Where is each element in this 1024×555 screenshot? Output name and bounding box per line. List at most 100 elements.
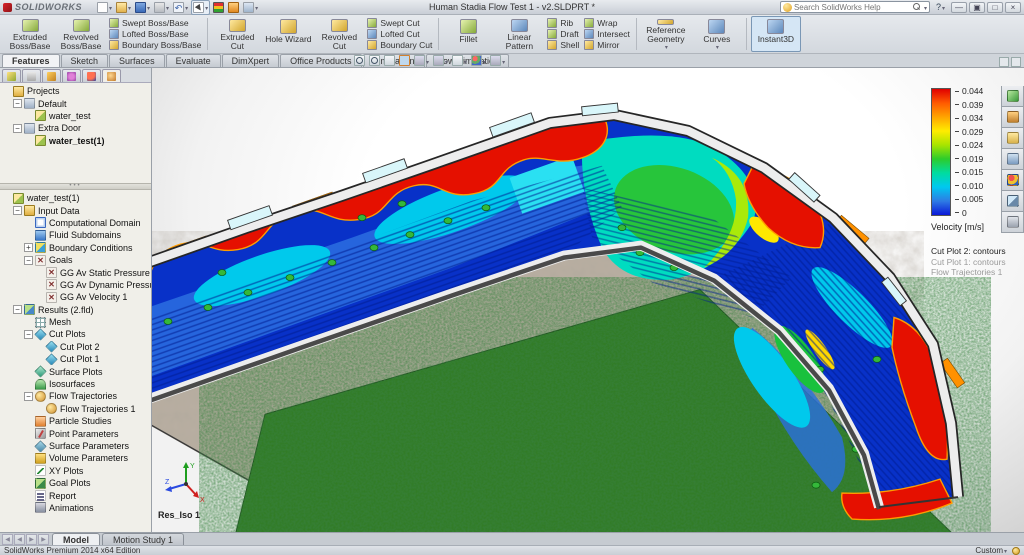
tree-item[interactable]: Flow Trajectories bbox=[0, 390, 151, 402]
tree-item[interactable]: Goals bbox=[0, 254, 151, 266]
dock-scroll-arrow[interactable]: ◀ bbox=[2, 534, 13, 545]
expander-icon[interactable] bbox=[13, 124, 22, 133]
restore-button[interactable]: ▣ bbox=[969, 2, 985, 13]
search-icon[interactable] bbox=[913, 3, 921, 11]
new-document-button[interactable] bbox=[96, 1, 113, 14]
stadium-flow-model[interactable] bbox=[152, 68, 1024, 532]
tree-item[interactable]: GG Av Dynamic Pressure 1 bbox=[0, 279, 151, 291]
tree-item[interactable]: Projects bbox=[0, 85, 151, 97]
tree-item[interactable]: Report bbox=[0, 489, 151, 501]
swept-boss-button[interactable]: Swept Boss/Base bbox=[107, 18, 203, 28]
minimize-button[interactable]: — bbox=[951, 2, 967, 13]
command-tab[interactable]: Office Products bbox=[280, 54, 361, 67]
tree-item[interactable]: Extra Door bbox=[0, 122, 151, 134]
graphics-viewport[interactable]: 0.0440.0390.0340.0290.0240.0190.0150.010… bbox=[152, 68, 1024, 532]
view-palette-tab[interactable] bbox=[1001, 149, 1024, 170]
command-tab[interactable]: Evaluate bbox=[166, 54, 221, 67]
file-explorer-tab[interactable] bbox=[1001, 128, 1024, 149]
scene-tab[interactable] bbox=[1001, 191, 1024, 212]
tree-item[interactable]: Computational Domain bbox=[0, 217, 151, 229]
legend-plot-entry[interactable]: Cut Plot 1: contours bbox=[931, 257, 1024, 268]
expander-icon[interactable] bbox=[13, 206, 22, 215]
tree-item[interactable]: Goal Plots bbox=[0, 477, 151, 489]
command-tab[interactable]: Surfaces bbox=[109, 54, 165, 67]
edit-appearance-button[interactable] bbox=[470, 55, 487, 66]
design-library-tab[interactable] bbox=[1001, 107, 1024, 128]
search-caret-icon[interactable] bbox=[923, 2, 927, 12]
panel-splitter[interactable]: ••• bbox=[0, 183, 151, 190]
intersect-button[interactable]: Intersect bbox=[582, 29, 632, 39]
expand-pane-icon[interactable] bbox=[999, 57, 1009, 67]
tree-item[interactable]: Point Parameters bbox=[0, 427, 151, 439]
dock-tab[interactable]: Motion Study 1 bbox=[102, 533, 184, 545]
tree-item[interactable]: Surface Plots bbox=[0, 365, 151, 377]
tree-item[interactable]: Animations bbox=[0, 502, 151, 514]
hide-show-items-button[interactable] bbox=[451, 55, 468, 66]
fillet-button[interactable]: Fillet bbox=[443, 16, 493, 52]
view-orientation-button[interactable] bbox=[413, 55, 430, 66]
command-tab[interactable]: Sketch bbox=[61, 54, 109, 67]
tree-item[interactable]: Boundary Conditions bbox=[0, 242, 151, 254]
boundary-cut-button[interactable]: Boundary Cut bbox=[365, 40, 434, 50]
expander-icon[interactable] bbox=[24, 256, 33, 265]
options-button[interactable] bbox=[227, 1, 240, 14]
expander-icon[interactable] bbox=[24, 243, 33, 252]
pin-pane-icon[interactable] bbox=[1011, 57, 1021, 67]
extruded-boss-button[interactable]: Extruded Boss/Base bbox=[5, 16, 55, 52]
file-properties-button[interactable] bbox=[242, 1, 259, 14]
maximize-button[interactable]: □ bbox=[987, 2, 1003, 13]
expander-icon[interactable] bbox=[24, 330, 33, 339]
flow-simulation-manager-tab[interactable] bbox=[102, 69, 121, 82]
print-button[interactable] bbox=[153, 1, 170, 14]
tree-item[interactable]: Flow Trajectories 1 bbox=[0, 403, 151, 415]
tree-item[interactable]: Cut Plot 2 bbox=[0, 341, 151, 353]
lofted-cut-button[interactable]: Lofted Cut bbox=[365, 29, 434, 39]
tree-item[interactable]: Results (2.fld) bbox=[0, 304, 151, 316]
tree-item[interactable]: Isosurfaces bbox=[0, 378, 151, 390]
displaymanager-tab[interactable] bbox=[82, 69, 101, 82]
zoom-to-area-button[interactable] bbox=[368, 55, 381, 66]
extruded-cut-button[interactable]: Extruded Cut bbox=[212, 16, 262, 52]
appearances-tab[interactable] bbox=[1001, 170, 1024, 191]
custom-properties-tab[interactable] bbox=[1001, 212, 1024, 233]
display-style-button[interactable] bbox=[432, 55, 449, 66]
tree-item[interactable]: water_test bbox=[0, 110, 151, 122]
boundary-boss-button[interactable]: Boundary Boss/Base bbox=[107, 40, 203, 50]
select-button[interactable] bbox=[191, 0, 210, 15]
help-search-box[interactable] bbox=[780, 1, 930, 13]
tree-item[interactable]: Default bbox=[0, 97, 151, 109]
tree-item[interactable]: XY Plots bbox=[0, 465, 151, 477]
dock-scroll-arrow[interactable]: ▶ bbox=[26, 534, 37, 545]
tree-item[interactable]: Cut Plots bbox=[0, 328, 151, 340]
featuremanager-tab[interactable] bbox=[2, 69, 21, 82]
revolved-cut-button[interactable]: Revolved Cut bbox=[314, 16, 364, 52]
command-tab[interactable]: Features bbox=[2, 54, 60, 67]
mirror-button[interactable]: Mirror bbox=[582, 40, 632, 50]
custom-toolbar-selector[interactable]: Custom bbox=[975, 546, 1007, 555]
tree-item[interactable]: GG Av Static Pressure 1 bbox=[0, 266, 151, 278]
rib-button[interactable]: Rib bbox=[545, 18, 581, 28]
tree-item[interactable]: Mesh bbox=[0, 316, 151, 328]
solidworks-resources-tab[interactable] bbox=[1001, 86, 1024, 107]
search-input[interactable] bbox=[794, 3, 911, 12]
section-view-button[interactable] bbox=[398, 55, 411, 66]
tree-item[interactable]: Surface Parameters bbox=[0, 440, 151, 452]
shell-button[interactable]: Shell bbox=[545, 40, 581, 50]
expander-icon[interactable] bbox=[13, 305, 22, 314]
curves-button[interactable]: Curves bbox=[692, 16, 742, 52]
expander-icon[interactable] bbox=[13, 99, 22, 108]
tree-item[interactable]: Input Data bbox=[0, 204, 151, 216]
lofted-boss-button[interactable]: Lofted Boss/Base bbox=[107, 29, 203, 39]
tree-item[interactable]: water_test(1) bbox=[0, 135, 151, 147]
close-button[interactable]: × bbox=[1005, 2, 1021, 13]
legend-plot-entry[interactable]: Cut Plot 2: contours bbox=[931, 246, 1024, 257]
tree-item[interactable]: water_test(1) bbox=[0, 192, 151, 204]
save-button[interactable] bbox=[134, 1, 151, 14]
wrap-button[interactable]: Wrap bbox=[582, 18, 632, 28]
swept-cut-button[interactable]: Swept Cut bbox=[365, 18, 434, 28]
tree-item[interactable]: Fluid Subdomains bbox=[0, 229, 151, 241]
draft-button[interactable]: Draft bbox=[545, 29, 581, 39]
rebuild-button[interactable] bbox=[212, 1, 225, 14]
open-button[interactable] bbox=[115, 1, 132, 14]
help-button[interactable]: ? bbox=[933, 2, 948, 12]
